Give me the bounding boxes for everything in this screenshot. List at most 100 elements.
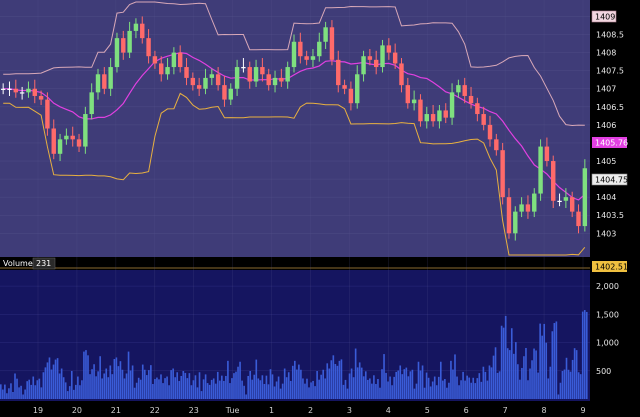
volume-bar <box>294 360 296 399</box>
volume-bar <box>233 373 235 399</box>
volume-bar <box>407 376 410 399</box>
volume-bar <box>316 371 318 399</box>
volume-bar <box>575 350 578 399</box>
volume-bar <box>131 365 134 399</box>
volume-bar <box>474 383 477 399</box>
price-bar <box>19 92 25 94</box>
volume-bar <box>87 355 89 399</box>
last-price-tag: 1404.75 <box>591 173 628 186</box>
volume-bar <box>182 371 185 399</box>
volume-bar <box>334 364 337 399</box>
volume-bar <box>225 375 227 399</box>
volume-bar <box>36 380 39 399</box>
volume-bar <box>581 311 584 399</box>
volume-bar <box>145 375 148 399</box>
volume-bar <box>277 376 280 399</box>
volume-bar <box>298 364 300 399</box>
volume-bar <box>565 357 568 399</box>
price-bar <box>64 135 69 140</box>
volume-bar <box>417 361 420 399</box>
volume-bar <box>531 360 533 399</box>
price-bar <box>399 63 404 86</box>
volume-bar <box>496 372 499 399</box>
volume-bar <box>289 380 292 399</box>
volume-bar <box>429 386 432 399</box>
price-bar <box>95 74 101 93</box>
volume-bar <box>318 379 320 399</box>
volume-bar <box>561 371 564 399</box>
volume-bar <box>174 377 176 399</box>
price-bar <box>196 85 202 89</box>
price-bar <box>228 88 233 100</box>
volume-bar <box>123 378 126 399</box>
volume-bar <box>206 383 209 399</box>
price-bar <box>392 52 398 64</box>
volume-bar <box>164 378 166 399</box>
price-bar <box>494 139 499 151</box>
volume-bar <box>22 394 24 399</box>
volume-bar <box>395 371 398 399</box>
price-bar <box>76 139 82 147</box>
volume-bar <box>446 387 448 399</box>
volume-bar <box>450 360 452 399</box>
volume-bar <box>358 362 361 399</box>
volume-bar <box>70 371 73 399</box>
price-bar <box>405 85 411 104</box>
price-bar <box>203 77 208 89</box>
volume-bar <box>573 348 576 399</box>
price-bar <box>241 67 246 69</box>
volume-bar <box>66 391 69 399</box>
price-bar <box>121 38 126 53</box>
volume-bar <box>338 360 341 399</box>
volume-bar <box>6 393 8 399</box>
price-bar <box>0 88 6 90</box>
volume-bar <box>472 377 475 399</box>
volume-bar <box>425 372 428 399</box>
price-bar <box>525 204 531 212</box>
volume-bar <box>324 378 327 399</box>
volume-bar <box>77 376 79 399</box>
volume-y-tick-label: 500 <box>596 367 611 376</box>
volume-bar <box>30 384 33 399</box>
volume-bar <box>444 379 446 399</box>
volume-bar <box>227 360 229 399</box>
volume-bar <box>521 367 523 399</box>
x-tick-label: 19 <box>33 406 43 415</box>
volume-bar <box>48 357 51 399</box>
volume-bar <box>484 371 487 399</box>
price-bar <box>13 88 19 93</box>
price-bar <box>215 74 221 86</box>
volume-bar <box>20 385 22 399</box>
y-tick-label: 1407.5 <box>596 67 624 76</box>
price-bar <box>582 168 588 227</box>
volume-bar <box>12 392 14 399</box>
x-tick-label: 9 <box>580 406 585 415</box>
volume-bar <box>265 375 268 399</box>
volume-bar <box>166 376 168 399</box>
price-bar <box>443 110 448 118</box>
price-bar <box>430 114 436 122</box>
volume-bar <box>271 374 274 399</box>
volume-bar <box>129 370 132 399</box>
volume-bar <box>172 368 174 399</box>
price-bar <box>373 59 379 68</box>
volume-y-tick-label: 1,000 <box>596 339 619 348</box>
price-bar <box>500 150 505 198</box>
volume-bar <box>156 377 158 399</box>
price-bar <box>184 67 189 78</box>
volume-bar <box>93 364 95 399</box>
volume-bar <box>26 381 28 399</box>
x-tick-label: Tue <box>225 406 240 415</box>
volume-bar <box>559 382 562 399</box>
x-tick-label: 23 <box>189 406 199 415</box>
volume-bar <box>344 379 347 399</box>
volume-bar <box>464 380 466 399</box>
volume-bar <box>154 379 156 399</box>
volume-bar <box>247 375 249 399</box>
y-tick-label: 1408 <box>596 49 616 58</box>
x-tick-label: 20 <box>72 406 82 415</box>
volume-bar <box>523 356 525 399</box>
volume-bar <box>306 378 308 399</box>
price-bar <box>7 88 12 90</box>
price-bar <box>114 38 120 68</box>
